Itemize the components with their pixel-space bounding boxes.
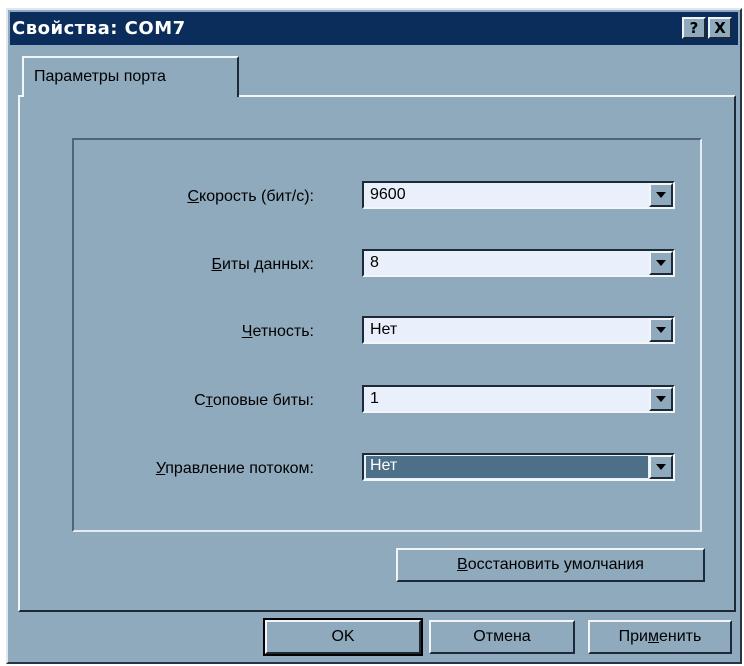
parity-select[interactable]: Нет bbox=[362, 316, 675, 344]
window-title: Свойства: COM7 bbox=[12, 18, 186, 39]
stop-bits-select[interactable]: 1 bbox=[362, 385, 675, 413]
ok-button[interactable]: OK bbox=[263, 618, 423, 656]
chevron-down-icon[interactable] bbox=[649, 318, 673, 342]
chevron-down-icon[interactable] bbox=[649, 183, 673, 207]
flow-control-label: Управление потоком: bbox=[155, 460, 314, 477]
flow-control-select[interactable]: Нет bbox=[362, 453, 675, 481]
apply-button[interactable]: Применить bbox=[588, 620, 732, 654]
baud-rate-select[interactable]: 9600 bbox=[362, 181, 675, 209]
chevron-down-icon[interactable] bbox=[649, 455, 673, 479]
stop-bits-value: 1 bbox=[370, 390, 379, 407]
cancel-button[interactable]: Отмена bbox=[429, 620, 575, 654]
data-bits-value: 8 bbox=[370, 254, 379, 271]
properties-dialog: Свойства: COM7 ? X Параметры порта Скоро… bbox=[6, 8, 742, 664]
flow-control-value: Нет bbox=[366, 456, 648, 478]
tab-label: Параметры порта bbox=[34, 68, 166, 85]
help-button[interactable]: ? bbox=[682, 17, 706, 39]
restore-defaults-button[interactable]: Восстановить умолчания bbox=[396, 548, 705, 582]
close-button[interactable]: X bbox=[708, 17, 732, 39]
data-bits-select[interactable]: 8 bbox=[362, 249, 675, 277]
baud-rate-value: 9600 bbox=[370, 186, 406, 203]
parity-label: Четность: bbox=[241, 323, 314, 340]
stop-bits-label: Стоповые биты: bbox=[194, 392, 314, 409]
tab-port-settings[interactable]: Параметры порта bbox=[22, 56, 239, 97]
title-bar[interactable]: Свойства: COM7 ? X bbox=[10, 12, 738, 45]
chevron-down-icon[interactable] bbox=[649, 251, 673, 275]
baud-rate-label: Скорость (бит/с): bbox=[187, 188, 314, 205]
tab-panel: Скорость (бит/с): 9600 Биты данных: 8 Че… bbox=[18, 95, 736, 612]
settings-group: Скорость (бит/с): 9600 Биты данных: 8 Че… bbox=[72, 138, 702, 532]
parity-value: Нет bbox=[370, 321, 398, 338]
chevron-down-icon[interactable] bbox=[649, 387, 673, 411]
data-bits-label: Биты данных: bbox=[211, 256, 314, 273]
